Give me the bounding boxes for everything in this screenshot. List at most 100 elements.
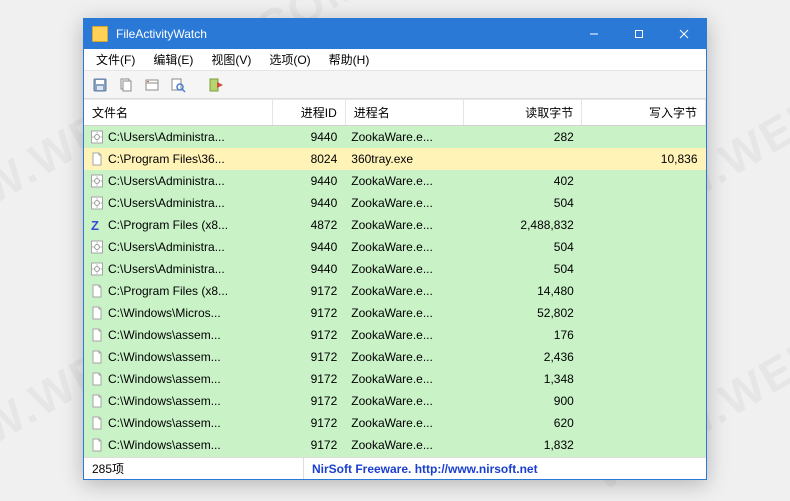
table-row[interactable]: C:\Windows\assem...9172ZookaWare.e...1,8… [84, 434, 706, 456]
cell-read: 176 [464, 324, 582, 346]
col-pid[interactable]: 进程ID [272, 100, 345, 126]
cell-write [582, 214, 706, 236]
col-process[interactable]: 进程名 [345, 100, 463, 126]
cell-filename: C:\Windows\assem [84, 456, 272, 458]
cell-pid: 9172 [272, 280, 345, 302]
properties-icon[interactable] [142, 75, 162, 95]
cell-write [582, 412, 706, 434]
table-row[interactable]: C:\Users\Administra...9440ZookaWare.e...… [84, 192, 706, 214]
close-button[interactable] [661, 19, 706, 49]
cell-read: 504 [464, 192, 582, 214]
cell-write [582, 390, 706, 412]
cell-filename: C:\Users\Administra... [84, 126, 272, 148]
cell-process: ZookaWare.e... [345, 280, 463, 302]
svg-text:Z: Z [91, 218, 99, 232]
file-icon [90, 152, 104, 166]
table-row[interactable]: C:\Windows\assem9172ZookaWare e572 [84, 456, 706, 458]
table-row[interactable]: C:\Program Files\36...8024360tray.exe10,… [84, 148, 706, 170]
table-row[interactable]: C:\Windows\assem...9172ZookaWare.e...2,4… [84, 346, 706, 368]
cell-read: 282 [464, 126, 582, 148]
cell-filename: C:\Windows\assem... [84, 390, 272, 412]
cell-pid: 9172 [272, 412, 345, 434]
cell-read: 504 [464, 258, 582, 280]
table-row[interactable]: C:\Program Files (x8...9172ZookaWare.e..… [84, 280, 706, 302]
cell-write [582, 456, 706, 458]
cell-write [582, 434, 706, 456]
status-brand-link[interactable]: NirSoft Freeware. http://www.nirsoft.net [304, 462, 706, 476]
col-filename[interactable]: 文件名 [84, 100, 272, 126]
cell-pid: 9172 [272, 390, 345, 412]
file-icon [90, 328, 104, 342]
cell-read: 14,480 [464, 280, 582, 302]
menu-view[interactable]: 视图(V) [203, 49, 259, 70]
cell-read: 620 [464, 412, 582, 434]
table-row[interactable]: C:\Users\Administra...9440ZookaWare.e...… [84, 126, 706, 148]
app-window: FileActivityWatch 文件(F) 编辑(E) 视图(V) 选项(O… [83, 18, 707, 480]
cell-write [582, 368, 706, 390]
cell-read: 2,488,832 [464, 214, 582, 236]
listview-scroll[interactable]: 文件名 进程ID 进程名 读取字节 写入字节 C:\Users\Administ… [84, 99, 706, 457]
cell-pid: 9440 [272, 258, 345, 280]
cell-write: 10,836 [582, 148, 706, 170]
file-icon [90, 240, 104, 254]
cell-pid: 9172 [272, 434, 345, 456]
cell-pid: 4872 [272, 214, 345, 236]
cell-pid: 9440 [272, 126, 345, 148]
menu-edit[interactable]: 编辑(E) [145, 49, 201, 70]
minimize-button[interactable] [571, 19, 616, 49]
maximize-button[interactable] [616, 19, 661, 49]
status-count: 285项 [84, 458, 304, 479]
cell-pid: 9440 [272, 170, 345, 192]
cell-write [582, 236, 706, 258]
app-icon [92, 26, 108, 42]
cell-write [582, 302, 706, 324]
cell-filename: C:\Windows\Micros... [84, 302, 272, 324]
file-icon [90, 306, 104, 320]
menu-help[interactable]: 帮助(H) [321, 49, 378, 70]
find-icon[interactable] [168, 75, 188, 95]
cell-process: ZookaWare.e... [345, 192, 463, 214]
table-row[interactable]: C:\Windows\assem...9172ZookaWare.e...620 [84, 412, 706, 434]
cell-filename: ZC:\Program Files (x8... [84, 214, 272, 236]
table-row[interactable]: C:\Windows\assem...9172ZookaWare.e...1,3… [84, 368, 706, 390]
file-icon [90, 130, 104, 144]
file-icon [90, 438, 104, 452]
save-icon[interactable] [90, 75, 110, 95]
table-row[interactable]: C:\Users\Administra...9440ZookaWare.e...… [84, 236, 706, 258]
cell-read: 900 [464, 390, 582, 412]
cell-read: 52,802 [464, 302, 582, 324]
cell-read: 2,436 [464, 346, 582, 368]
cell-write [582, 258, 706, 280]
table-row[interactable]: ZC:\Program Files (x8...4872ZookaWare.e.… [84, 214, 706, 236]
menu-options[interactable]: 选项(O) [261, 49, 318, 70]
file-icon [90, 196, 104, 210]
table-row[interactable]: C:\Windows\Micros...9172ZookaWare.e...52… [84, 302, 706, 324]
table-row[interactable]: C:\Windows\assem...9172ZookaWare.e...900 [84, 390, 706, 412]
col-readbytes[interactable]: 读取字节 [464, 100, 582, 126]
exit-icon[interactable] [206, 75, 226, 95]
cell-write [582, 280, 706, 302]
cell-write [582, 170, 706, 192]
cell-read: 504 [464, 236, 582, 258]
cell-read: 402 [464, 170, 582, 192]
cell-filename: C:\Windows\assem... [84, 434, 272, 456]
cell-process: ZookaWare.e... [345, 368, 463, 390]
cell-write [582, 192, 706, 214]
cell-read: 1,348 [464, 368, 582, 390]
table-row[interactable]: C:\Users\Administra...9440ZookaWare.e...… [84, 258, 706, 280]
file-icon: Z [90, 218, 104, 232]
cell-process: ZookaWare.e... [345, 170, 463, 192]
table-row[interactable]: C:\Windows\assem...9172ZookaWare.e...176 [84, 324, 706, 346]
table-row[interactable]: C:\Users\Administra...9440ZookaWare.e...… [84, 170, 706, 192]
col-writebytes[interactable]: 写入字节 [582, 100, 706, 126]
titlebar[interactable]: FileActivityWatch [84, 19, 706, 49]
cell-filename: C:\Users\Administra... [84, 236, 272, 258]
cell-process: ZookaWare.e... [345, 324, 463, 346]
listview-area: 文件名 进程ID 进程名 读取字节 写入字节 C:\Users\Administ… [84, 99, 706, 457]
menu-file[interactable]: 文件(F) [88, 49, 143, 70]
copy-icon[interactable] [116, 75, 136, 95]
file-icon [90, 174, 104, 188]
cell-pid: 9440 [272, 192, 345, 214]
cell-filename: C:\Users\Administra... [84, 170, 272, 192]
cell-process: ZookaWare.e... [345, 302, 463, 324]
